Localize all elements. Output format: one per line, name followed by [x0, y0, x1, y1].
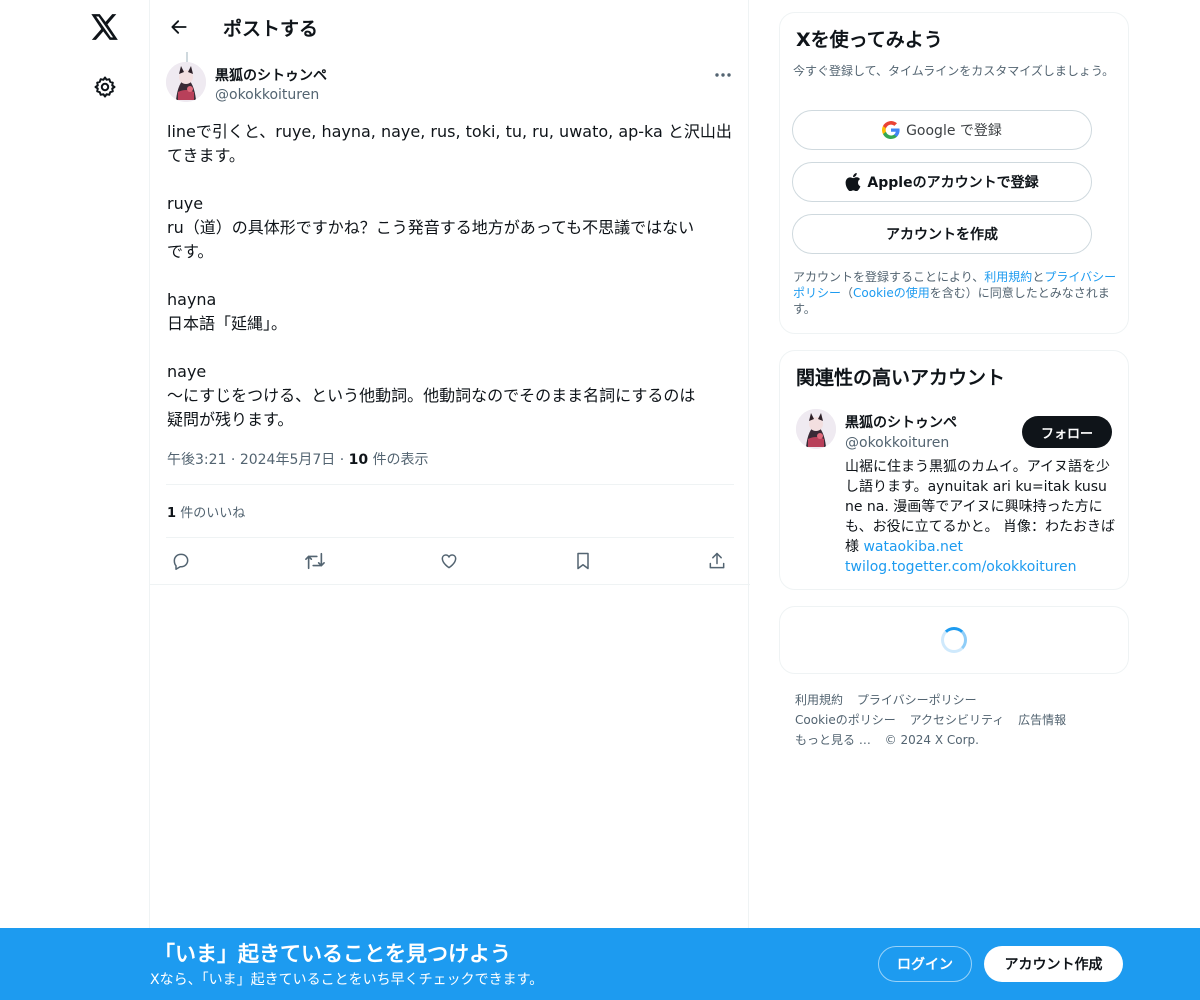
google-icon: [882, 121, 900, 139]
signup-card: Xを使ってみよう 今すぐ登録して、タイムラインをカスタマイズしましょう。 Goo…: [779, 12, 1129, 334]
more-options-icon[interactable]: [708, 62, 738, 88]
footer-link-cookie[interactable]: Cookieのポリシー: [795, 713, 896, 727]
left-rail: [0, 0, 150, 1000]
related-accounts-card: 関連性の高いアカウント 黒狐のシトゥンペ @okokkoituren フォロー …: [779, 350, 1129, 590]
banner-signup-button[interactable]: アカウント作成: [984, 946, 1123, 982]
likes-count: 1: [167, 506, 177, 521]
divider: [166, 484, 734, 485]
divider: [150, 584, 750, 585]
author-name[interactable]: 黒狐のシトゥンペ: [215, 65, 327, 85]
like-heart-icon[interactable]: [434, 546, 464, 576]
create-account-label: アカウントを作成: [886, 227, 998, 243]
create-account-button[interactable]: アカウントを作成: [792, 214, 1092, 254]
terms-link[interactable]: 利用規約: [984, 270, 1032, 284]
views-count: 10: [348, 452, 369, 468]
related-avatar[interactable]: [796, 409, 836, 449]
meta-separator: ·: [230, 452, 236, 468]
author-handle[interactable]: @okokkoituren: [215, 87, 319, 103]
terms-notice: アカウントを登録することにより、利用規約とプライバシーポリシー（Cookieの使…: [793, 269, 1123, 317]
loading-card: [779, 606, 1129, 674]
footer-link-privacy[interactable]: プライバシーポリシー: [857, 693, 977, 707]
settings-gear-icon[interactable]: [88, 70, 122, 104]
signup-title: Xを使ってみよう: [796, 29, 943, 51]
bookmark-icon[interactable]: [568, 546, 598, 576]
apple-signup-label: Appleのアカウントで登録: [867, 175, 1039, 191]
related-account-handle[interactable]: @okokkoituren: [845, 435, 949, 451]
post-paragraph: lineで引くと、ruye, hayna, naye, rus, toki, t…: [167, 122, 732, 165]
repost-icon[interactable]: [300, 546, 330, 576]
google-signup-label: Google で登録: [906, 123, 1002, 139]
likes-label: 件のいいね: [180, 506, 246, 521]
signup-subtitle: 今すぐ登録して、タイムラインをカスタマイズしましょう。: [793, 64, 1115, 78]
google-signup-button[interactable]: Google で登録: [792, 110, 1092, 150]
main-column: ポストする 黒狐のシトゥンペ @okokkoituren lineで引くと、ru…: [149, 0, 750, 1000]
post-paragraph: hayna 日本語「延縄」。: [167, 290, 288, 333]
post-date[interactable]: 2024年5月7日: [240, 452, 335, 468]
terms-and: と: [1032, 270, 1045, 284]
related-account-name[interactable]: 黒狐のシトゥンペ: [845, 412, 957, 432]
loading-spinner-icon: [941, 627, 967, 653]
terms-paren: （: [841, 286, 854, 300]
terms-prefix: アカウントを登録することにより、: [793, 270, 985, 284]
banner-title: 「いま」起きていることを見つけよう: [154, 942, 511, 966]
bottom-banner: 「いま」起きていることを見つけよう Xなら、「いま」起きていることをいち早くチェ…: [0, 928, 1200, 1000]
cookie-use-link[interactable]: Cookieの使用: [853, 286, 930, 300]
reply-icon[interactable]: [166, 546, 196, 576]
footer-link-terms[interactable]: 利用規約: [795, 693, 843, 707]
footer-link-accessibility[interactable]: アクセシビリティ: [910, 713, 1005, 727]
page: ポストする 黒狐のシトゥンペ @okokkoituren lineで引くと、ru…: [0, 0, 1200, 1000]
post-text: lineで引くと、ruye, hayna, naye, rus, toki, t…: [167, 120, 737, 456]
post-paragraph: naye 〜にすじをつける、という他動詞。他動詞なのでそのまま名詞にするのは 疑…: [167, 362, 696, 429]
related-account-bio: 山裾に住まう黒狐のカムイ。アイヌ語を少し語ります。aynuitak ari ku…: [845, 457, 1117, 577]
back-arrow-icon[interactable]: [162, 10, 196, 44]
views-label: 件の表示: [372, 452, 429, 468]
bio-link-twilog[interactable]: twilog.togetter.com/okokkoituren: [845, 559, 1077, 575]
footer-link-ads[interactable]: 広告情報: [1018, 713, 1066, 727]
footer-link-more[interactable]: もっと見る …: [795, 733, 871, 747]
likes-summary[interactable]: 1 件のいいね: [167, 502, 245, 521]
author-avatar[interactable]: [166, 62, 206, 102]
divider: [166, 537, 734, 538]
post-header: ポストする: [150, 0, 750, 53]
apple-signup-button[interactable]: Appleのアカウントで登録: [792, 162, 1092, 202]
post-actions: [166, 546, 734, 576]
related-accounts-title: 関連性の高いアカウント: [796, 367, 1006, 389]
footer-links: 利用規約 プライバシーポリシー Cookieのポリシー アクセシビリティ 広告情…: [795, 690, 1125, 750]
page-title: ポストする: [223, 18, 319, 40]
footer-copyright: © 2024 X Corp.: [884, 733, 979, 747]
apple-icon: [846, 173, 861, 191]
post-paragraph: ruye ru（道）の具体形ですかね？こう発音する地方があっても不思議ではない …: [167, 194, 695, 261]
thread-line: [186, 52, 188, 62]
post-time[interactable]: 午後3:21: [167, 452, 226, 468]
follow-button[interactable]: フォロー: [1022, 416, 1112, 448]
post-meta: 午後3:21 · 2024年5月7日 · 10 件の表示: [167, 449, 429, 469]
banner-subtitle: Xなら、「いま」起きていることをいち早くチェックできます。: [150, 972, 544, 988]
login-button[interactable]: ログイン: [878, 946, 972, 982]
meta-separator: ·: [339, 452, 345, 468]
x-logo-icon[interactable]: [88, 10, 122, 44]
share-icon[interactable]: [702, 546, 732, 576]
bio-link-wataokiba[interactable]: wataokiba.net: [863, 539, 963, 555]
